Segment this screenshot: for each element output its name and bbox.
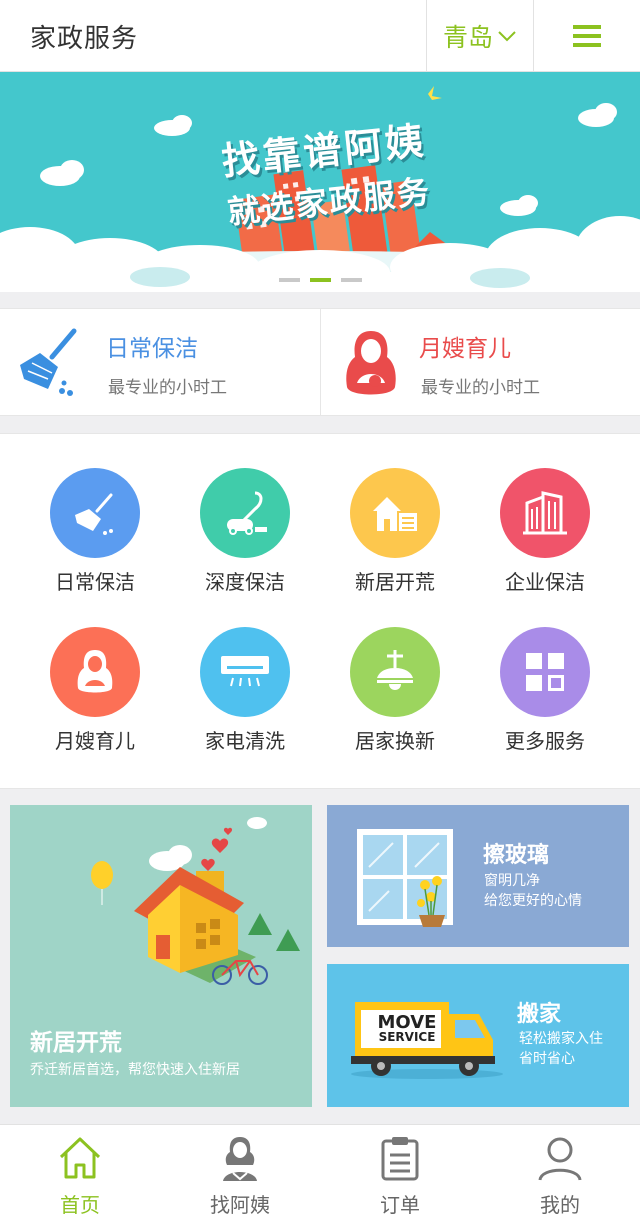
nanny-icon [77,650,113,693]
service-label: 企业保洁 [505,570,585,594]
tab-profile[interactable]: 我的 [480,1125,640,1222]
chevron-down-icon [498,31,516,42]
featured-subtitle: 最专业的小时工 [421,378,540,398]
promo-title: 搬家 [517,1002,562,1027]
service-icon-circle [350,468,440,558]
home-icon [59,1137,101,1179]
promo-window-cleaning[interactable]: 擦玻璃 窗明几净 给您更好的心情 [327,805,629,947]
service-icon-circle [200,627,290,717]
service-icon-circle [200,468,290,558]
featured-nanny[interactable]: 月嫂育儿 最专业的小时工 [320,309,640,415]
air-conditioner-icon [221,656,269,687]
broom-icon [75,493,113,535]
service-label: 日常保洁 [55,570,135,594]
carousel-dot[interactable] [341,278,362,282]
promo-banner[interactable]: 找靠谱阿姨 就选家政服务 [0,72,640,292]
tab-label: 找阿姨 [210,1193,270,1217]
city-label: 青岛 [442,23,493,52]
nanny-icon [346,331,396,395]
promo-line2: 省时省心 [519,1051,575,1067]
service-grid: 日常保洁 深度保洁 新居开荒 企业保洁 月嫂育儿 家电清洗 居家换新 更多服务 [0,433,640,789]
nanny-icon [223,1137,257,1181]
promo-subtitle: 乔迁新居首选，帮您快速入住新居 [30,1062,240,1078]
featured-services: 日常保洁 最专业的小时工 月嫂育儿 最专业的小时工 [0,308,640,416]
featured-subtitle: 最专业的小时工 [108,378,227,398]
user-icon [538,1137,582,1181]
promo-new-home[interactable]: 新居开荒 乔迁新居首选，帮您快速入住新居 [10,805,312,1107]
tab-label: 首页 [60,1193,100,1217]
tab-orders[interactable]: 订单 [320,1125,480,1222]
featured-title: 月嫂育儿 [419,336,511,362]
service-enterprise-cleaning[interactable]: 企业保洁 [470,468,620,595]
service-label: 家电清洗 [205,729,285,753]
bottom-tab-bar: 首页 找阿姨 订单 我的 [0,1124,640,1222]
carousel-indicators [279,278,362,282]
service-label: 更多服务 [505,729,585,753]
service-icon-circle [50,627,140,717]
broom-icon [20,328,77,396]
service-label: 月嫂育儿 [55,729,135,753]
carousel-dot[interactable] [279,278,300,282]
house-illustration [91,817,300,985]
service-home-renewal[interactable]: 居家换新 [320,627,470,754]
promo-title: 擦玻璃 [483,843,550,868]
grid-icon [526,653,564,691]
promo-line2: 给您更好的心情 [484,893,582,909]
carousel-dot-active[interactable] [310,278,331,282]
service-deep-cleaning[interactable]: 深度保洁 [170,468,320,595]
hamburger-menu-icon [573,25,601,47]
lamp-icon [377,650,413,690]
clipboard-icon [381,1137,419,1181]
service-icon-circle [350,627,440,717]
service-label: 新居开荒 [355,570,435,594]
service-daily-cleaning[interactable]: 日常保洁 [20,468,170,595]
service-appliance-cleaning[interactable]: 家电清洗 [170,627,320,754]
tab-home[interactable]: 首页 [0,1125,160,1222]
app-header: 家政服务 青岛 [0,0,640,72]
tab-label: 我的 [540,1193,580,1217]
tab-label: 订单 [380,1193,420,1217]
service-icon-circle [500,468,590,558]
featured-daily-cleaning[interactable]: 日常保洁 最专业的小时工 [0,309,320,415]
promo-title: 新居开荒 [30,1030,122,1056]
window-illustration [357,829,453,927]
menu-button[interactable] [534,0,640,72]
service-label: 居家换新 [355,729,435,753]
service-more[interactable]: 更多服务 [470,627,620,754]
city-selector[interactable]: 青岛 [426,0,534,72]
building-icon [523,491,567,535]
service-label: 深度保洁 [205,570,285,594]
service-nanny[interactable]: 月嫂育儿 [20,627,170,754]
promo-line1: 轻松搬家入住 [519,1031,603,1047]
vacuum-icon [227,491,267,535]
service-new-home[interactable]: 新居开荒 [320,468,470,595]
tab-find-nanny[interactable]: 找阿姨 [160,1125,320,1222]
featured-title: 日常保洁 [106,336,198,362]
app-title: 家政服务 [30,24,139,54]
service-icon-circle [500,627,590,717]
promo-line1: 窗明几净 [484,873,540,889]
house-icon [373,497,417,531]
truck-text-service: SERVICE [378,1030,436,1044]
promo-moving[interactable]: MOVE SERVICE 搬家 轻松搬家入住 省时省心 [327,964,629,1107]
service-icon-circle [50,468,140,558]
